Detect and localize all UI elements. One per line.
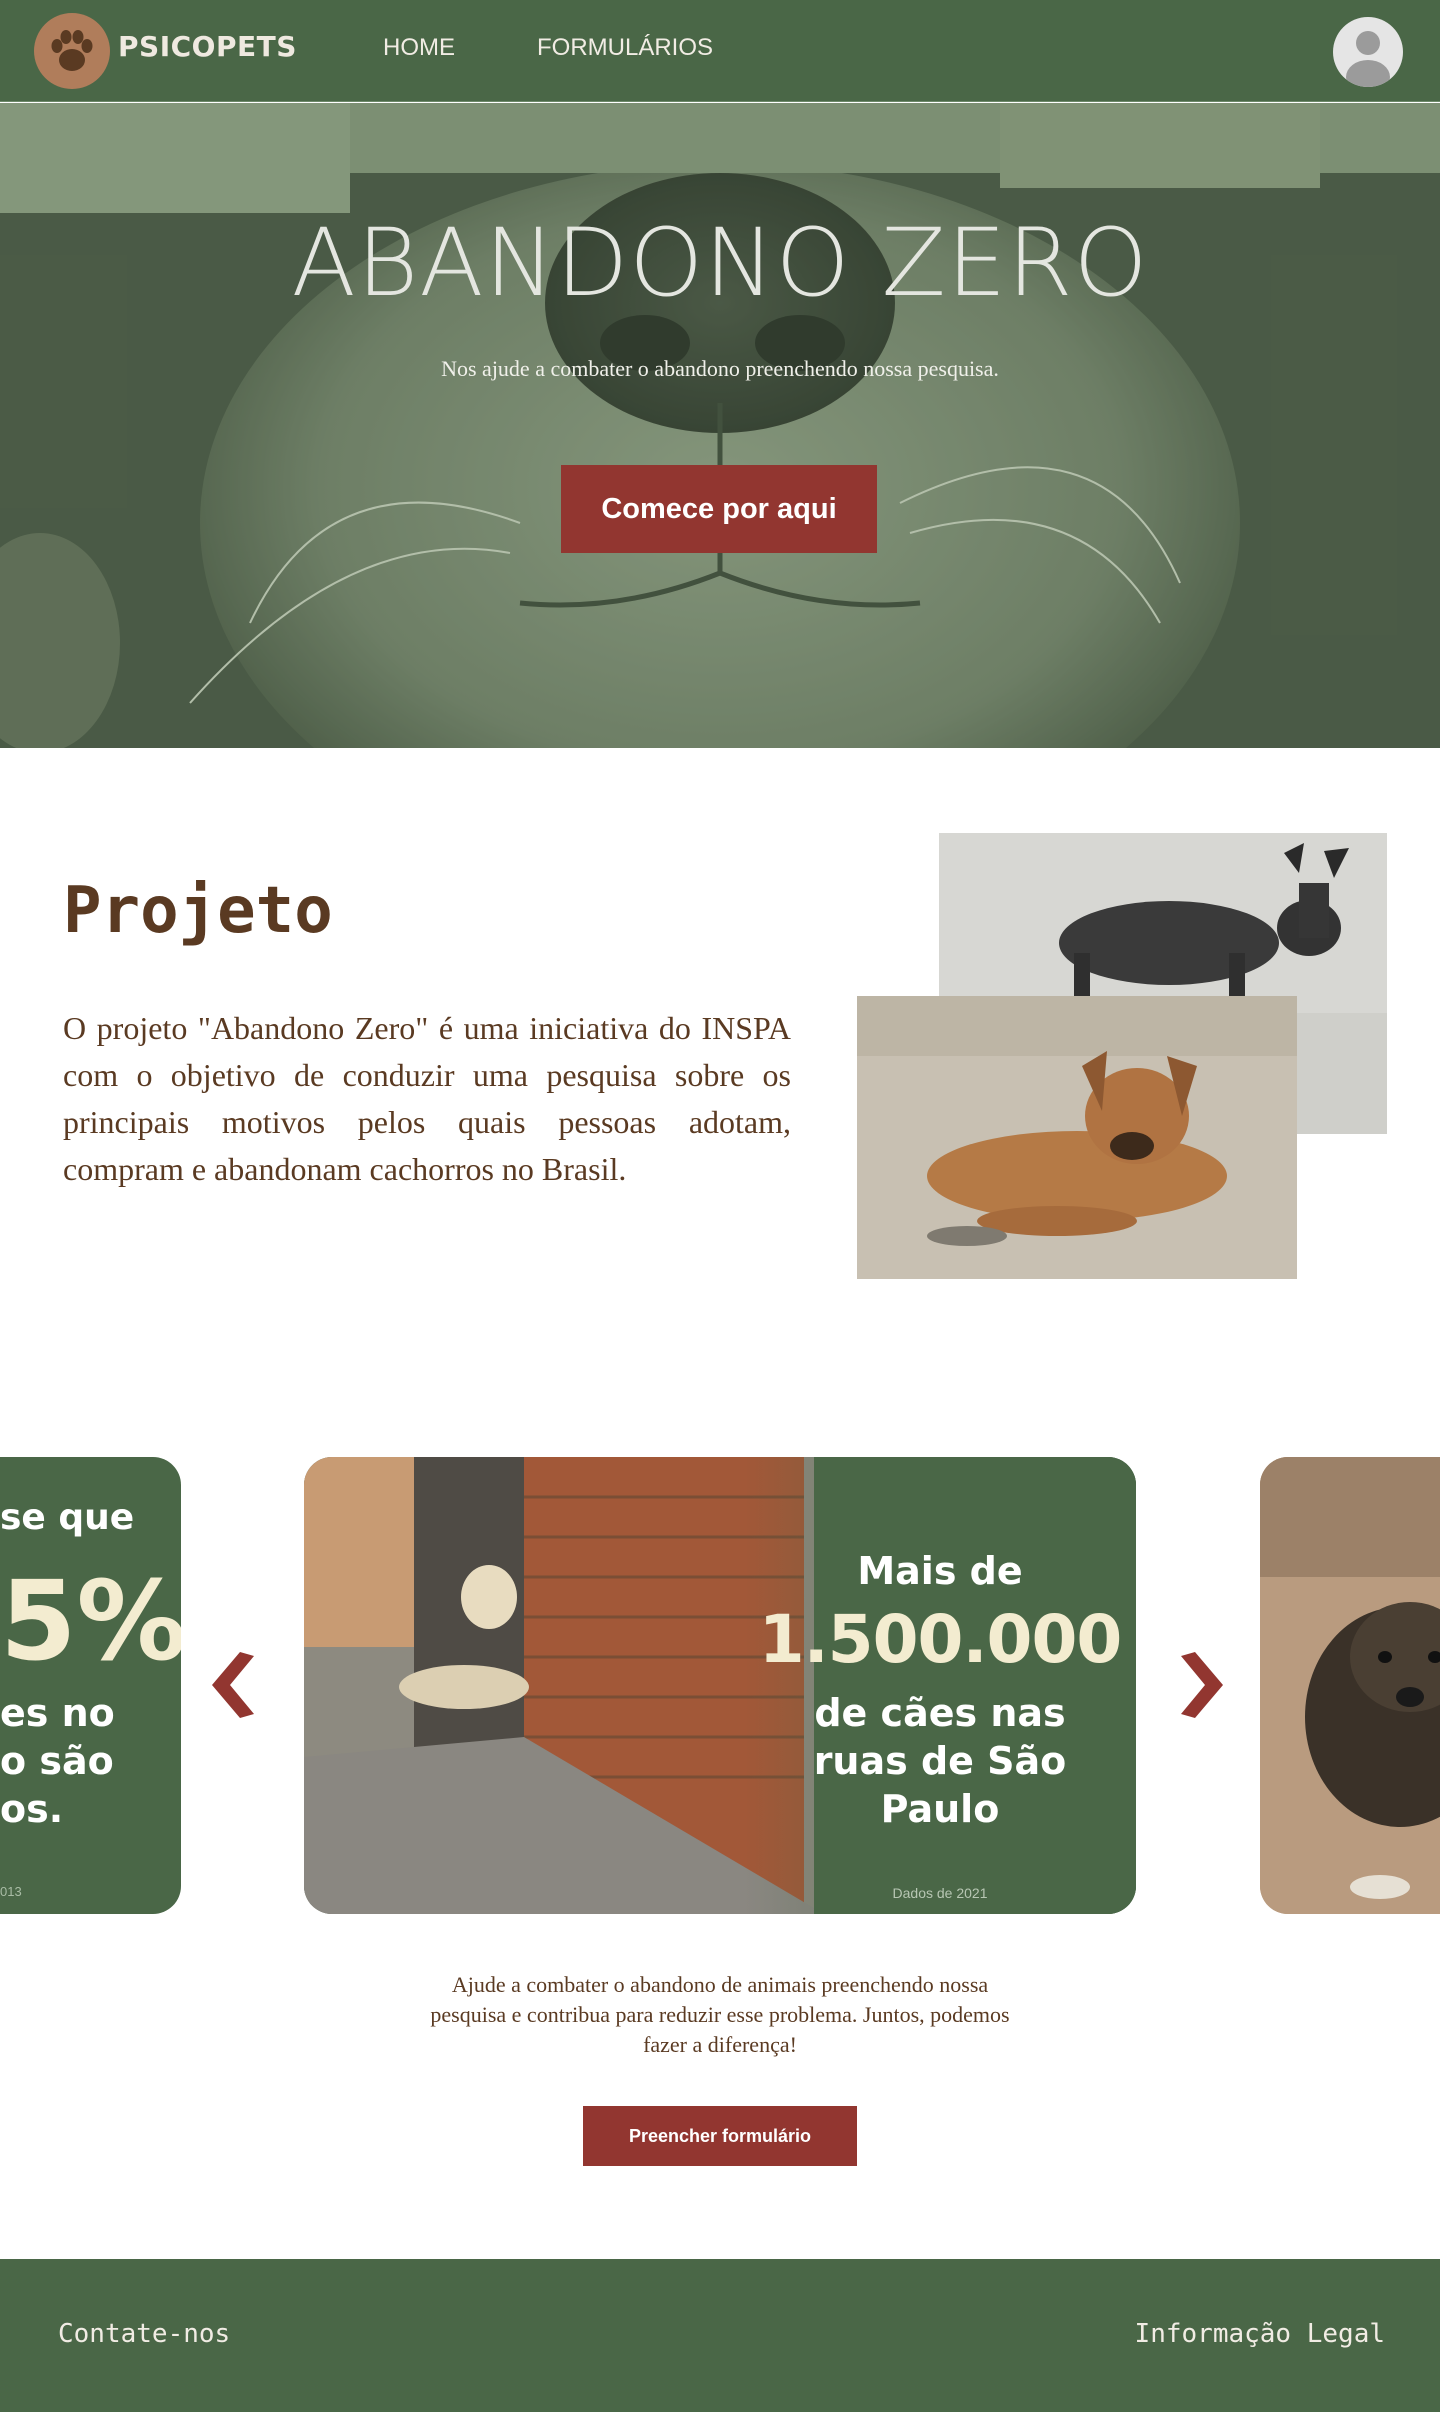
- carousel-next-button[interactable]: [1177, 1652, 1227, 1718]
- prev-card-line1: se que: [0, 1497, 135, 1538]
- current-card-big-number: 1.500.000: [758, 1601, 1123, 1678]
- prev-card-footnote: 013: [0, 1884, 22, 1899]
- current-card-line1: Mais de: [857, 1549, 1023, 1593]
- paw-icon: [51, 30, 93, 71]
- cta-description: Ajude a combater o abandono de animais p…: [430, 1972, 1010, 2057]
- prev-card-line3: o são: [0, 1739, 114, 1783]
- chevron-right-icon: [1181, 1652, 1223, 1718]
- prev-card-big-number: 5%: [0, 1557, 181, 1685]
- hero-overlay: [0, 103, 1440, 748]
- brand-name: PSICOPETS: [118, 30, 297, 63]
- chevron-left-icon: [212, 1652, 254, 1718]
- dog-photo-brown-image: [857, 996, 1297, 1279]
- hero-section: ABANDONO ZERO Nos ajude a combater o aba…: [0, 103, 1440, 748]
- project-title: Projeto: [63, 874, 333, 948]
- nav-link-home[interactable]: HOME: [383, 34, 455, 62]
- shaggy-dog-photo: [1260, 1457, 1440, 1914]
- start-here-button[interactable]: Comece por aqui: [561, 465, 877, 553]
- current-card-line2: de cães nas ruas de São Paulo: [813, 1691, 1067, 1831]
- hero-title: ABANDONO ZERO: [291, 209, 1149, 318]
- dog-photo-brown: [857, 996, 1297, 1279]
- carousel-prev-button[interactable]: [208, 1652, 258, 1718]
- fill-form-button[interactable]: Preencher formulário: [583, 2106, 857, 2166]
- nav-link-formularios[interactable]: FORMULÁRIOS: [537, 34, 713, 62]
- carousel-card-current[interactable]: Mais de 1.500.000 de cães nas ruas de Sã…: [304, 1457, 1136, 1914]
- prev-card-line2: es no: [0, 1691, 115, 1735]
- project-description: O projeto "Abandono Zero" é uma iniciati…: [63, 1010, 791, 1187]
- hero-subtitle: Nos ajude a combater o abandono preenche…: [441, 356, 999, 381]
- navbar: PSICOPETS HOME FORMULÁRIOS: [0, 0, 1440, 102]
- avatar-silhouette: [1346, 31, 1390, 87]
- carousel-card-prev[interactable]: se que 5% es no o são os. 013: [0, 1457, 181, 1914]
- current-card-footnote: Dados de 2021: [892, 1885, 988, 1901]
- carousel-card-next[interactable]: [1260, 1457, 1440, 1914]
- current-card-text: Mais de 1.500.000 de cães nas ruas de Sã…: [744, 1457, 1136, 1914]
- footer-legal-link[interactable]: Informação Legal: [1135, 2319, 1385, 2349]
- prev-card-line4: os.: [0, 1787, 64, 1831]
- footer-contact-link[interactable]: Contate-nos: [58, 2319, 230, 2349]
- footer: Contate-nos Informação Legal: [0, 2259, 1440, 2412]
- logo[interactable]: [34, 13, 110, 89]
- prev-card-lines: es no o são os.: [0, 1689, 115, 1833]
- user-avatar-icon[interactable]: [1333, 17, 1403, 87]
